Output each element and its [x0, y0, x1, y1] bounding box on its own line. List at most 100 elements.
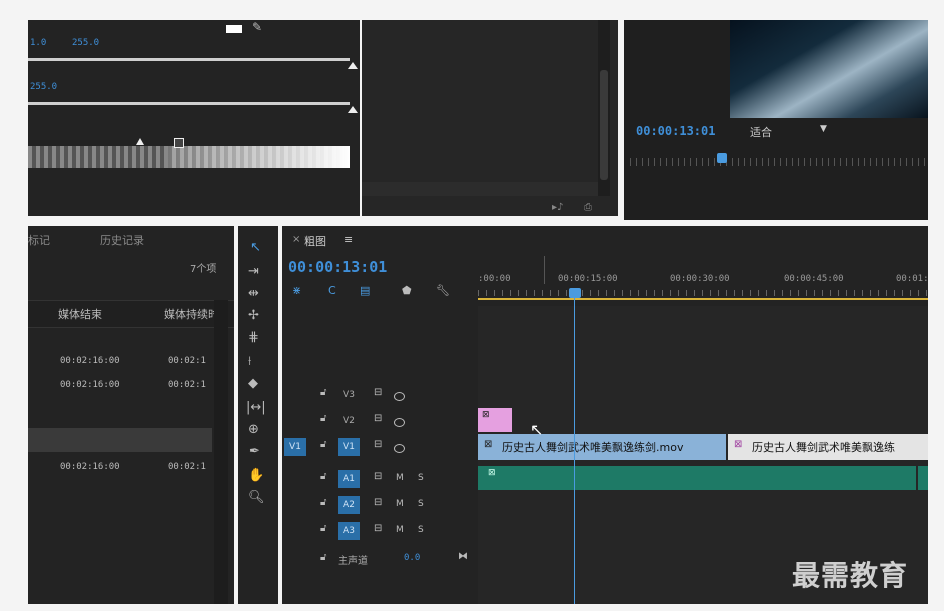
tab-history[interactable]: 历史记录	[100, 232, 144, 248]
mute-button[interactable]: M	[396, 499, 404, 509]
go-to-end-icon[interactable]: ⧓	[458, 551, 468, 562]
sync-lock-icon[interactable]: ⊟	[374, 439, 382, 450]
rate-stretch-tool-icon[interactable]: ⋕	[248, 330, 259, 345]
effect-value-c[interactable]: 255.0	[30, 82, 57, 92]
time-ruler[interactable]: :00:00 00:00:15:00 00:00:30:00 00:00:45:…	[478, 266, 929, 302]
lock-icon[interactable]: 🔓︎	[320, 523, 326, 534]
sync-lock-icon[interactable]: ⊟	[374, 497, 382, 508]
marker-icon[interactable]: ⬟	[402, 284, 412, 297]
track-header-a2: 🔓︎ A2 ⊟ M S	[282, 492, 478, 518]
sync-lock-icon[interactable]: ⊟	[374, 523, 382, 534]
solo-button[interactable]: S	[418, 499, 424, 509]
table-row[interactable]: 00:02:16:00 00:02:1	[28, 376, 212, 398]
slider-track-2[interactable]	[28, 102, 350, 105]
clip-v1-second[interactable]: ⊠ 历史古人舞剑武术唯美飘逸练	[728, 434, 928, 460]
selection-tool-icon[interactable]: ↖	[250, 240, 261, 255]
insert-icon[interactable]: ▸♪	[552, 202, 563, 213]
eyedropper-icon[interactable]: ✎	[252, 20, 262, 34]
track-label-v1[interactable]: V1	[338, 438, 360, 456]
scrollbar-thumb[interactable]	[600, 70, 608, 180]
ripple-edit-tool-icon[interactable]: ⇹	[248, 286, 259, 301]
track-label-a2[interactable]: A2	[338, 496, 360, 514]
vertical-scrollbar[interactable]	[214, 300, 228, 604]
program-playhead[interactable]	[717, 153, 727, 163]
table-row[interactable]: 00:02:16:00 00:02:1	[28, 352, 212, 374]
tab-markers[interactable]: 标记	[28, 232, 50, 248]
slider-handle-2[interactable]	[348, 106, 358, 113]
gradient-stop-right[interactable]	[174, 138, 184, 148]
wrench-icon[interactable]: 🔧︎	[436, 284, 450, 297]
pen-tool-icon[interactable]: ✒	[249, 444, 260, 459]
slip-tool-icon[interactable]: ◆	[248, 376, 258, 391]
effect-value-a[interactable]: 1.0	[30, 38, 46, 48]
solo-button[interactable]: S	[418, 525, 424, 535]
slide-track-tool-icon[interactable]: ⊕	[248, 422, 259, 437]
horizontal-scrollbar[interactable]	[362, 182, 598, 196]
color-swatch[interactable]	[226, 25, 242, 33]
gradient-ramp-overlay	[168, 146, 350, 168]
close-icon[interactable]: ×	[292, 234, 300, 245]
program-ruler[interactable]	[630, 158, 928, 166]
fx-icon: ⊠	[488, 468, 496, 478]
fit-dropdown-label[interactable]: 适合	[750, 124, 772, 140]
slider-track-1[interactable]	[28, 58, 350, 61]
lock-icon[interactable]: 🔓︎	[320, 387, 326, 398]
track-select-tool-icon[interactable]: ⇥	[248, 264, 259, 279]
solo-button[interactable]: S	[418, 473, 424, 483]
lock-icon[interactable]: 🔓︎	[320, 471, 326, 482]
clip-a1[interactable]: ⊠	[478, 466, 916, 490]
effect-value-b[interactable]: 255.0	[72, 38, 99, 48]
slide-tool-icon[interactable]: |↔|	[246, 400, 266, 415]
track-label-v3[interactable]: V3	[338, 386, 360, 404]
ruler-ticks	[478, 290, 928, 296]
lock-icon[interactable]: 🔓︎	[320, 497, 326, 508]
zoom-tool-icon[interactable]: 🔍︎	[248, 490, 265, 505]
sync-lock-icon[interactable]: ⊟	[374, 413, 382, 424]
fx-icon: ⊠	[734, 439, 743, 450]
razor-tool-icon[interactable]: ⟊	[248, 354, 251, 369]
clip-v2-pink[interactable]: ⊠	[478, 408, 512, 432]
sync-lock-icon[interactable]: ⊟	[374, 387, 382, 398]
timeline-playhead-head[interactable]	[569, 288, 581, 298]
add-marker-icon[interactable]: ▤	[360, 284, 370, 297]
track-label-a3[interactable]: A3	[338, 522, 360, 540]
row-media-duration: 00:02:1	[168, 462, 206, 472]
track-header-v3: 🔓︎ V3 ⊟	[282, 382, 478, 408]
source-patch-v1[interactable]: V1	[284, 438, 306, 456]
gradient-stop-left[interactable]	[136, 138, 144, 145]
sequence-tab-title[interactable]: 粗图	[304, 233, 326, 249]
program-timecode[interactable]: 00:00:13:01	[636, 124, 715, 138]
ruler-label: 00:00:45:00	[784, 274, 844, 284]
selected-row-highlight[interactable]	[28, 428, 212, 452]
panel-menu-icon[interactable]: ≡	[344, 233, 353, 246]
column-media-end[interactable]: 媒体结束	[58, 306, 102, 322]
eye-icon[interactable]	[394, 444, 405, 453]
mute-button[interactable]: M	[396, 525, 404, 535]
timeline-timecode[interactable]: 00:00:13:01	[288, 258, 387, 276]
snap-icon[interactable]: ⋇	[292, 284, 301, 297]
row-media-end: 00:02:16:00	[60, 356, 120, 366]
chevron-down-icon[interactable]: ▼	[820, 124, 827, 134]
eye-icon[interactable]	[394, 392, 405, 401]
track-label-a1[interactable]: A1	[338, 470, 360, 488]
track-header-v1: V1 🔓︎ V1 ⊟	[282, 434, 478, 460]
export-icon[interactable]: ⎙	[584, 202, 592, 213]
clip-a1-tail[interactable]	[918, 466, 928, 490]
lock-icon[interactable]: 🔓︎	[320, 413, 326, 424]
work-area-bar[interactable]	[478, 298, 928, 300]
mute-button[interactable]: M	[396, 473, 404, 483]
lock-icon[interactable]: 🔓︎	[320, 439, 326, 450]
master-volume-value[interactable]: 0.0	[404, 553, 420, 563]
row-media-end: 00:02:16:00	[60, 380, 120, 390]
sync-lock-icon[interactable]: ⊟	[374, 471, 382, 482]
table-row[interactable]: 00:02:16:00 00:02:1	[28, 458, 212, 480]
lock-icon[interactable]: 🔓︎	[320, 552, 326, 563]
clip-v1-first[interactable]: ⊠ 历史古人舞剑武术唯美飘逸练剑.mov	[478, 434, 726, 460]
track-label-v2[interactable]: V2	[338, 412, 360, 430]
ruler-divider	[544, 256, 545, 284]
hand-tool-icon[interactable]: ✋	[248, 468, 264, 483]
rolling-edit-tool-icon[interactable]: ✢	[248, 308, 259, 323]
linked-selection-icon[interactable]: C	[328, 284, 336, 297]
slider-handle-1[interactable]	[348, 62, 358, 69]
eye-icon[interactable]	[394, 418, 405, 427]
